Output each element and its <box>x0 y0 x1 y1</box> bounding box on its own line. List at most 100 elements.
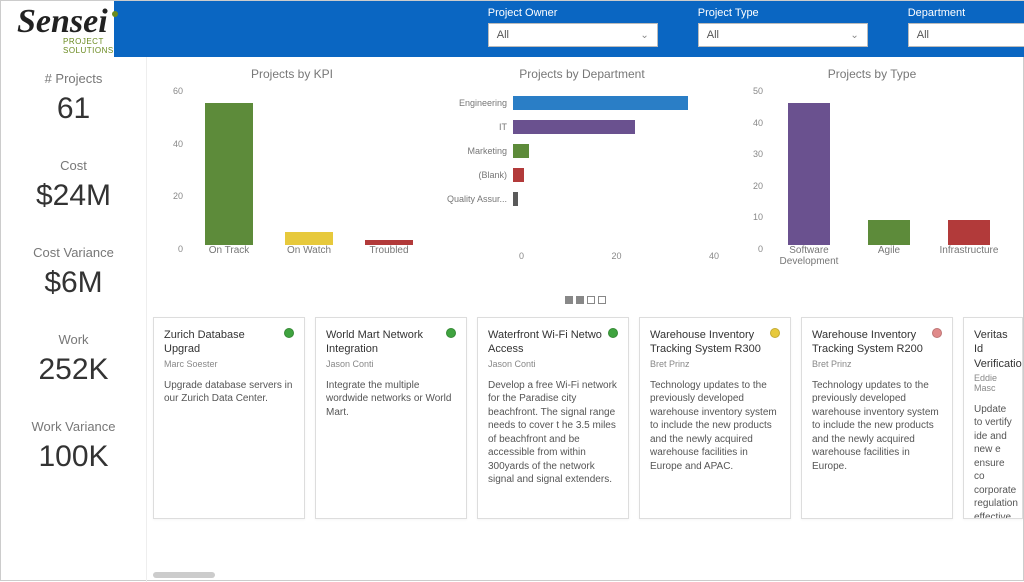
y-tick: 10 <box>729 212 763 222</box>
kpi-value: $24M <box>1 179 146 213</box>
filter-department: Department All ⌄ <box>908 7 1024 47</box>
card-description: Technology updates to the previously dev… <box>650 379 780 474</box>
project-card[interactable]: Waterfront Wi-Fi Netwo Access Jason Conti… <box>477 317 629 519</box>
y-tick: 40 <box>729 118 763 128</box>
project-card[interactable]: Veritas Id VerificatioEddie MascUpdate t… <box>963 317 1023 519</box>
bar[interactable] <box>513 96 688 110</box>
x-label: Infrastructure <box>937 245 1001 267</box>
logo-text: Sensei <box>17 3 114 41</box>
x-label: Troubled <box>357 245 421 267</box>
x-tick: 40 <box>709 251 719 267</box>
kpi-label: Cost <box>1 158 146 173</box>
card-description: Integrate the multiple wordwide networks… <box>326 379 456 420</box>
card-title: Waterfront Wi-Fi Netwo Access <box>488 328 618 357</box>
y-tick: 20 <box>149 191 183 201</box>
kpi-label: Work Variance <box>1 419 146 434</box>
card-description: Develop a free Wi-Fi network for the Par… <box>488 379 618 487</box>
pager-dot[interactable] <box>587 296 595 304</box>
filter-project-type: Project Type All ⌄ <box>698 7 868 47</box>
y-tick: 30 <box>729 149 763 159</box>
project-card[interactable]: Warehouse Inventory Tracking System R200… <box>801 317 953 519</box>
filter-label: Project Owner <box>488 7 658 19</box>
card-owner: Eddie Masc <box>974 373 1012 393</box>
bar[interactable] <box>513 144 529 158</box>
status-dot-icon <box>1002 328 1012 338</box>
bar[interactable] <box>205 103 253 245</box>
x-tick: 20 <box>611 251 621 267</box>
kpi-tile[interactable]: # Projects61 <box>1 57 146 144</box>
y-tick: 0 <box>729 244 763 254</box>
bar[interactable] <box>788 103 830 245</box>
bar[interactable] <box>948 220 990 245</box>
filter-select-department[interactable]: All ⌄ <box>908 23 1024 47</box>
card-owner: Marc Soester <box>164 359 294 369</box>
filter-label: Department <box>908 7 1024 19</box>
y-tick: 60 <box>149 86 183 96</box>
pager-dot[interactable] <box>598 296 606 304</box>
card-title: Warehouse Inventory Tracking System R200 <box>812 328 942 357</box>
bar[interactable] <box>513 120 635 134</box>
kpi-label: Work <box>1 332 146 347</box>
project-card[interactable]: World Mart Network Integration Jason Cont… <box>315 317 467 519</box>
card-description: Technology updates to the previously dev… <box>812 379 942 474</box>
chart-projects-by-type[interactable]: Projects by Type 0 10 20 30 40 50 Software Dev… <box>729 61 1015 287</box>
bar[interactable] <box>513 192 518 206</box>
kpi-tile[interactable]: Work 252K <box>1 318 146 405</box>
filter-value: All <box>917 29 929 41</box>
project-cards: Zurich Database Upgrad Marc Soester Upgrad… <box>147 309 1023 533</box>
kpi-value: $6M <box>1 266 146 300</box>
card-owner: Jason Conti <box>326 359 456 369</box>
status-dot-icon <box>284 328 294 338</box>
status-dot-icon <box>446 328 456 338</box>
chart-title: Projects by Type <box>729 67 1015 81</box>
chart-projects-by-department[interactable]: Projects by Department EngineeringITMark… <box>439 61 725 287</box>
y-label: (Blank) <box>439 170 513 180</box>
x-label: On Watch <box>277 245 341 267</box>
filter-select-project-owner[interactable]: All ⌄ <box>488 23 658 47</box>
filter-value: All <box>707 29 719 41</box>
filter-select-project-type[interactable]: All ⌄ <box>698 23 868 47</box>
y-tick: 50 <box>729 86 763 96</box>
charts-row: Projects by KPI 0204060On TrackOn WatchT… <box>147 57 1023 291</box>
x-label: On Track <box>197 245 261 267</box>
y-label: IT <box>439 122 513 132</box>
bar[interactable] <box>868 220 910 245</box>
pager-dot[interactable] <box>576 296 584 304</box>
bar[interactable] <box>285 232 333 245</box>
logo: Sensei PROJECT SOLUTIONS <box>1 1 114 57</box>
carousel-pager[interactable] <box>147 291 1023 309</box>
x-label: Agile <box>857 245 921 267</box>
chart-title: Projects by Department <box>439 67 725 81</box>
card-description: Upgrade database servers in our Zurich D… <box>164 379 294 406</box>
status-dot-icon <box>770 328 780 338</box>
y-label: Marketing <box>439 146 513 156</box>
project-card[interactable]: Zurich Database Upgrad Marc Soester Upgrad… <box>153 317 305 519</box>
kpi-sidebar: # Projects61Cost$24MCost Variance$6MWork… <box>1 57 147 582</box>
card-title: Warehouse Inventory Tracking System R300 <box>650 328 780 357</box>
kpi-tile[interactable]: Cost $24M <box>1 144 146 231</box>
kpi-tile[interactable]: Work Variance 100K <box>1 405 146 492</box>
kpi-value: 100K <box>1 440 146 474</box>
filter-label: Project Type <box>698 7 868 19</box>
filter-value: All <box>497 29 509 41</box>
kpi-tile[interactable]: Cost Variance$6M <box>1 231 146 318</box>
card-owner: Bret Prinz <box>650 359 780 369</box>
card-title: World Mart Network Integration <box>326 328 456 357</box>
horizontal-scrollbar[interactable] <box>153 572 215 578</box>
bar[interactable] <box>513 168 524 182</box>
chart-projects-by-kpi[interactable]: Projects by KPI 0204060On TrackOn WatchT… <box>149 61 435 287</box>
project-card[interactable]: Warehouse Inventory Tracking System R300… <box>639 317 791 519</box>
y-tick: 20 <box>729 181 763 191</box>
pager-dot[interactable] <box>565 296 573 304</box>
y-tick: 0 <box>149 244 183 254</box>
chevron-down-icon: ⌄ <box>850 30 858 41</box>
card-owner: Jason Conti <box>488 359 618 369</box>
x-tick: 0 <box>519 251 524 267</box>
kpi-value: 252K <box>1 353 146 387</box>
card-title: Zurich Database Upgrad <box>164 328 294 357</box>
card-owner: Bret Prinz <box>812 359 942 369</box>
kpi-label: # Projects <box>1 71 146 86</box>
chevron-down-icon: ⌄ <box>640 30 648 41</box>
card-description: Update to vertify ide and new e ensure c… <box>974 403 1012 519</box>
x-label: Software Development <box>777 245 841 267</box>
